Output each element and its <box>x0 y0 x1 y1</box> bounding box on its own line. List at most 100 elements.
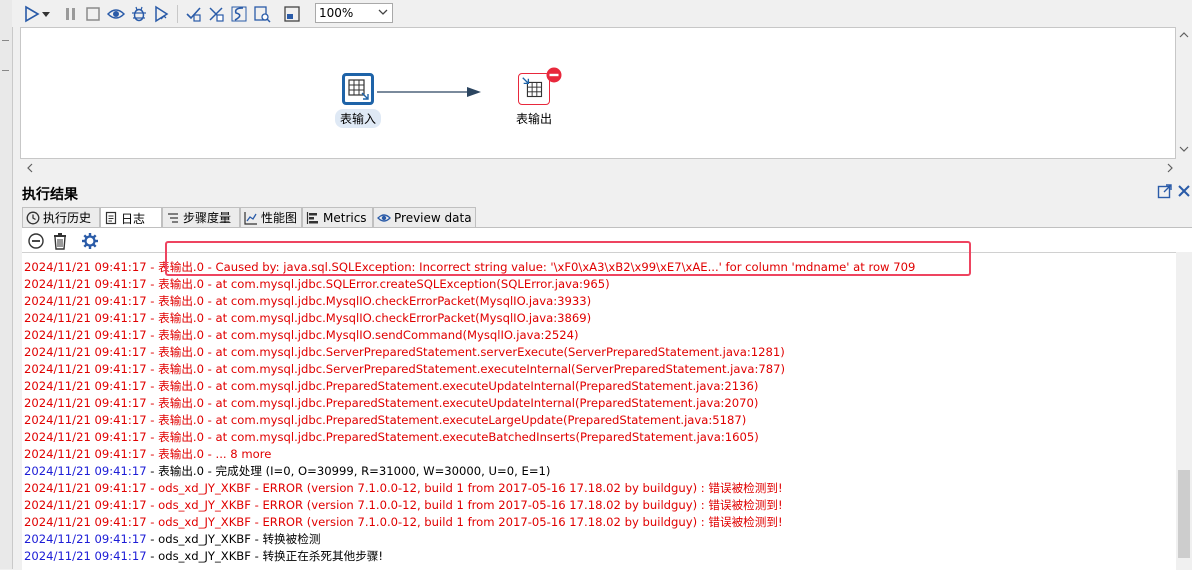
tab-label: Metrics <box>323 210 367 225</box>
replay-icon[interactable] <box>151 4 171 24</box>
log-line: 2024/11/21 09:41:17 - 表输出.0 - at com.mys… <box>24 277 610 291</box>
pause-icon[interactable] <box>61 4 81 24</box>
log-message: ods_xd_JY_XKBF - ERROR (version 7.1.0.0-… <box>158 515 783 529</box>
log-message: 表输出.0 - at com.mysql.jdbc.PreparedStatem… <box>158 396 759 410</box>
line-chart-icon <box>244 211 257 225</box>
log-message: 表输出.0 - 完成处理 (I=0, O=30999, R=31000, W=3… <box>158 464 551 478</box>
log-timestamp: 2024/11/21 09:41:17 <box>24 328 147 342</box>
run-icon[interactable] <box>22 4 42 24</box>
debug-icon[interactable] <box>129 4 149 24</box>
step-table-output[interactable]: 表输出 <box>494 67 574 128</box>
scroll-up-icon[interactable] <box>1179 31 1189 39</box>
log-message: 表输出.0 - ... 8 more <box>158 447 272 461</box>
clear-log-icon[interactable] <box>27 232 45 250</box>
left-panel-edge <box>0 0 13 569</box>
log-message: ods_xd_JY_XKBF - ERROR (version 7.1.0.0-… <box>158 498 783 512</box>
log-timestamp: 2024/11/21 09:41:17 <box>24 447 147 461</box>
log-timestamp: 2024/11/21 09:41:17 <box>24 311 147 325</box>
log-timestamp: 2024/11/21 09:41:17 <box>24 498 147 512</box>
step-table-input[interactable]: 表输入 <box>318 73 398 128</box>
zoom-value: 100% <box>319 6 354 20</box>
scroll-right-icon[interactable] <box>1166 163 1174 173</box>
clock-icon <box>26 211 40 224</box>
log-timestamp: 2024/11/21 09:41:17 <box>24 294 147 308</box>
log-timestamp: 2024/11/21 09:41:17 <box>24 532 147 546</box>
gear-icon[interactable] <box>81 232 99 250</box>
trash-icon[interactable] <box>51 232 69 250</box>
log-line: 2024/11/21 09:41:17 - 表输出.0 - at com.mys… <box>24 430 759 444</box>
tab-log[interactable]: 日志 <box>100 207 162 228</box>
step-metrics-icon <box>168 212 178 223</box>
log-timestamp: 2024/11/21 09:41:17 <box>24 362 147 376</box>
log-message: 表输出.0 - at com.mysql.jdbc.ServerPrepared… <box>158 362 786 376</box>
log-message: ods_xd_JY_XKBF - 转换正在杀死其他步骤! <box>158 549 384 563</box>
tab-label: 执行历史 <box>43 211 92 225</box>
stop-icon[interactable] <box>83 4 103 24</box>
maximize-icon[interactable] <box>1157 183 1173 199</box>
log-message: 表输出.0 - at com.mysql.jdbc.PreparedStatem… <box>158 413 747 427</box>
step-label: 表输出 <box>515 112 552 126</box>
log-line: 2024/11/21 09:41:17 - 表输出.0 - at com.mys… <box>24 413 747 427</box>
tab-metrics[interactable]: Metrics <box>302 207 373 227</box>
log-line: 2024/11/21 09:41:17 - ods_xd_JY_XKBF - 转… <box>24 549 384 563</box>
log-timestamp: 2024/11/21 09:41:17 <box>24 549 147 563</box>
log-text-area[interactable]: ... ... 2024/11/21 09:41:17 - 表输出.0 - Ca… <box>22 252 1176 570</box>
log-line: 2024/11/21 09:41:17 - 表输出.0 - at com.mys… <box>24 379 759 393</box>
table-output-icon <box>518 67 562 105</box>
show-results-icon[interactable] <box>282 4 302 24</box>
log-line: 2024/11/21 09:41:17 - ods_xd_JY_XKBF - E… <box>24 515 783 529</box>
log-line: 2024/11/21 09:41:17 - 表输出.0 - 完成处理 (I=0,… <box>24 464 551 478</box>
tab-label: 性能图 <box>261 211 298 225</box>
tab-label: 步骤度量 <box>183 211 232 225</box>
close-icon[interactable] <box>1176 183 1192 199</box>
scroll-down-icon[interactable] <box>1179 145 1189 153</box>
eye-icon <box>377 213 391 222</box>
log-message: ods_xd_JY_XKBF - 转换被检测 <box>158 532 321 546</box>
step-label: 表输入 <box>334 109 381 128</box>
log-message: 表输出.0 - at com.mysql.jdbc.MysqlIO.checkE… <box>158 294 592 308</box>
tab-perf-chart[interactable]: 性能图 <box>240 207 302 227</box>
error-badge-icon <box>546 67 562 83</box>
log-line: 2024/11/21 09:41:17 - 表输出.0 - at com.mys… <box>24 311 592 325</box>
preview-icon[interactable] <box>106 4 126 24</box>
log-message: 表输出.0 - at com.mysql.jdbc.MysqlIO.sendCo… <box>158 328 579 342</box>
log-timestamp: 2024/11/21 09:41:17 <box>24 396 147 410</box>
scroll-left-icon[interactable] <box>26 163 34 173</box>
log-line: 2024/11/21 09:41:17 - 表输出.0 - at com.mys… <box>24 328 579 342</box>
canvas-horizontal-scrollbar[interactable] <box>20 159 1176 175</box>
log-message: 表输出.0 - at com.mysql.jdbc.SQLError.creat… <box>158 277 610 291</box>
hop-arrow[interactable] <box>21 28 1175 158</box>
sql-icon[interactable] <box>229 4 249 24</box>
zoom-select[interactable]: 100% <box>315 3 393 23</box>
log-line: 2024/11/21 09:41:17 - 表输出.0 - ... 8 more <box>24 447 272 461</box>
log-message: 表输出.0 - at com.mysql.jdbc.ServerPrepared… <box>158 345 785 359</box>
explore-db-icon[interactable] <box>252 4 272 24</box>
log-timestamp: 2024/11/21 09:41:17 <box>24 345 147 359</box>
log-line: 2024/11/21 09:41:17 - 表输出.0 - at com.mys… <box>24 362 786 376</box>
log-line: 2024/11/21 09:41:17 - 表输出.0 - at com.mys… <box>24 396 759 410</box>
log-timestamp: 2024/11/21 09:41:17 <box>24 277 147 291</box>
metrics-icon <box>306 211 318 224</box>
error-highlight-box <box>165 241 971 276</box>
log-line: 2024/11/21 09:41:17 - 表输出.0 - at com.mys… <box>24 345 785 359</box>
log-line: 2024/11/21 09:41:17 - ods_xd_JY_XKBF - E… <box>24 498 783 512</box>
run-dropdown-icon[interactable] <box>40 4 52 24</box>
log-timestamp: 2024/11/21 09:41:17 <box>24 413 147 427</box>
tab-history[interactable]: 执行历史 <box>22 207 100 227</box>
log-message: 表输出.0 - at com.mysql.jdbc.PreparedStatem… <box>158 379 759 393</box>
canvas-vertical-scrollbar[interactable] <box>1176 27 1192 159</box>
log-timestamp: 2024/11/21 09:41:17 <box>24 481 147 495</box>
analyze-icon[interactable] <box>206 4 226 24</box>
document-icon <box>105 211 117 225</box>
tab-preview-data[interactable]: Preview data <box>373 207 476 227</box>
log-timestamp: 2024/11/21 09:41:17 <box>24 515 147 529</box>
log-scroll-thumb[interactable] <box>1178 470 1190 558</box>
table-input-icon <box>342 73 374 105</box>
transformation-canvas[interactable]: 表输入 表输出 <box>20 27 1176 159</box>
results-panel-title: 执行结果 <box>22 187 78 203</box>
results-tabs: 执行历史 日志 步骤度量 性能图 Metrics Preview data <box>22 207 1192 228</box>
chevron-down-icon <box>378 9 388 15</box>
log-timestamp: 2024/11/21 09:41:17 <box>24 464 147 478</box>
verify-icon[interactable] <box>184 4 204 24</box>
tab-step-metrics[interactable]: 步骤度量 <box>162 207 240 227</box>
